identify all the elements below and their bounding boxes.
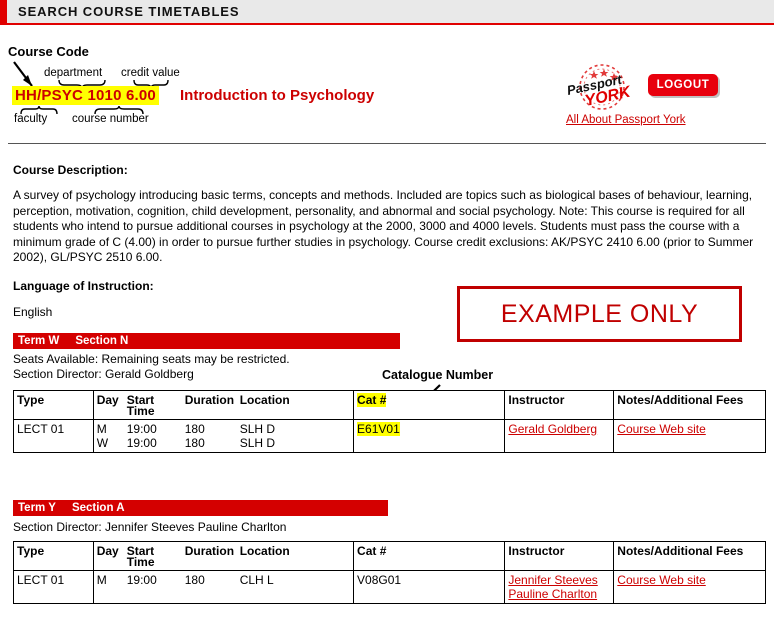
col-header-notes: Notes/Additional Fees [613, 541, 766, 571]
cell-notes: Course Web site [613, 419, 766, 453]
col-header-cat-label: Cat # [357, 393, 387, 407]
section-divider [8, 143, 766, 144]
logout-button[interactable]: LOGOUT [648, 74, 718, 96]
header-accent-bar [0, 0, 7, 25]
term-banner-section-0: Section N [75, 335, 129, 347]
col-header-cat: Cat # [353, 541, 506, 571]
col-header-schedule: Day Start Time Duration Location [92, 541, 355, 571]
col-header-location: Location [239, 544, 290, 558]
col-header-location: Location [239, 393, 290, 407]
instructor-link[interactable]: Jennifer Steeves [508, 573, 610, 587]
cell-location: SLH D [239, 422, 276, 436]
instructor-link[interactable]: Gerald Goldberg [508, 422, 610, 436]
course-code-value: HH/PSYC 1010 6.00 [12, 86, 159, 105]
section-director-1: Section Director: Jennifer Steeves Pauli… [13, 520, 287, 534]
seats-available-0: Seats Available: Remaining seats may be … [13, 352, 290, 366]
col-header-cat: Cat # [353, 390, 506, 420]
col-header-duration: Duration [184, 544, 235, 558]
term-banner-section-1: Section A [71, 502, 125, 514]
timetable-1: Type Day Start Time Duration Location Cat… [13, 541, 766, 604]
cell-cat: E61V01 [353, 419, 506, 453]
cell-start-time: 19:00 [126, 422, 157, 436]
col-header-type: Type [13, 541, 94, 571]
term-banner-term-0: Term W [18, 335, 60, 347]
annotation-course-number: course number [72, 113, 149, 125]
table-header-row: Type Day Start Time Duration Location Cat… [13, 390, 766, 420]
cell-instructor: Gerald Goldberg [504, 419, 615, 453]
cell-duration: 180 [184, 573, 205, 587]
cell-notes: Course Web site [613, 570, 766, 604]
term-banner-term-1: Term Y [18, 502, 56, 514]
annotation-department: department [44, 67, 103, 79]
passport-york-logo: Passport YORK [556, 62, 648, 112]
course-description-heading: Course Description: [13, 163, 128, 177]
example-only-label: EXAMPLE ONLY [500, 299, 699, 328]
course-web-site-link[interactable]: Course Web site [617, 573, 762, 587]
col-header-duration: Duration [184, 393, 235, 407]
annotation-credit-value: credit value [121, 67, 180, 79]
cell-day: W [96, 436, 109, 450]
section-director-0: Section Director: Gerald Goldberg [13, 367, 194, 381]
annotation-catalogue-number: Catalogue Number [382, 368, 494, 382]
timetable-0: Type Day Start Time Duration Location Cat… [13, 390, 766, 453]
page-title: SEARCH COURSE TIMETABLES [18, 4, 240, 19]
example-only-stamp: EXAMPLE ONLY [457, 286, 742, 342]
annotation-course-code: Course Code [8, 44, 89, 59]
cell-start-time: 19:00 [126, 573, 157, 587]
cell-instructor: Jennifer Steeves Pauline Charlton [504, 570, 615, 604]
course-description-body: A survey of psychology introducing basic… [13, 188, 754, 265]
cell-type: LECT 01 [13, 419, 94, 453]
term-banner-1: Term Y Section A [13, 500, 388, 516]
col-header-instructor: Instructor [504, 390, 615, 420]
table-header-row: Type Day Start Time Duration Location Cat… [13, 541, 766, 571]
cell-schedule: M 19:00 180 SLH D W 19:00 180 SLH D [92, 419, 355, 453]
instructor-link[interactable]: Pauline Charlton [508, 587, 610, 601]
cell-location: CLH L [239, 573, 274, 587]
col-header-notes: Notes/Additional Fees [613, 390, 766, 420]
language-of-instruction-value: English [13, 305, 53, 319]
course-web-site-link[interactable]: Course Web site [617, 422, 762, 436]
term-banner-0: Term W Section N [13, 333, 400, 349]
cell-duration: 180 [184, 422, 205, 436]
cell-schedule: M 19:00 180 CLH L [92, 570, 355, 604]
cell-start-time: 19:00 [126, 436, 157, 450]
table-row: LECT 01 M 19:00 180 SLH D W 19:00 180 SL… [13, 419, 766, 453]
annotation-faculty: faculty [14, 113, 48, 125]
table-row: LECT 01 M 19:00 180 CLH L V08G01 Jennife… [13, 570, 766, 604]
page-root: SEARCH COURSE TIMETABLES Course Code dep… [0, 0, 774, 622]
cell-type: LECT 01 [13, 570, 94, 604]
cell-duration: 180 [184, 436, 205, 450]
col-header-start-time: Start Time [126, 393, 155, 418]
cell-cat: V08G01 [353, 570, 506, 604]
col-header-type: Type [13, 390, 94, 420]
cell-day: M [96, 422, 107, 436]
language-of-instruction-heading: Language of Instruction: [13, 279, 154, 293]
cat-number-value: E61V01 [357, 422, 400, 436]
cell-location: SLH D [239, 436, 276, 450]
app-header: SEARCH COURSE TIMETABLES [0, 0, 774, 25]
all-about-passport-york-link[interactable]: All About Passport York [566, 114, 686, 126]
course-title: Introduction to Psychology [180, 87, 375, 104]
cell-day: M [96, 573, 107, 587]
col-header-schedule: Day Start Time Duration Location [92, 390, 355, 420]
col-header-start-time: Start Time [126, 544, 155, 569]
col-header-instructor: Instructor [504, 541, 615, 571]
passport-york-stamp-icon: Passport YORK [566, 64, 633, 110]
col-header-day: Day [96, 393, 119, 407]
col-header-day: Day [96, 544, 119, 558]
